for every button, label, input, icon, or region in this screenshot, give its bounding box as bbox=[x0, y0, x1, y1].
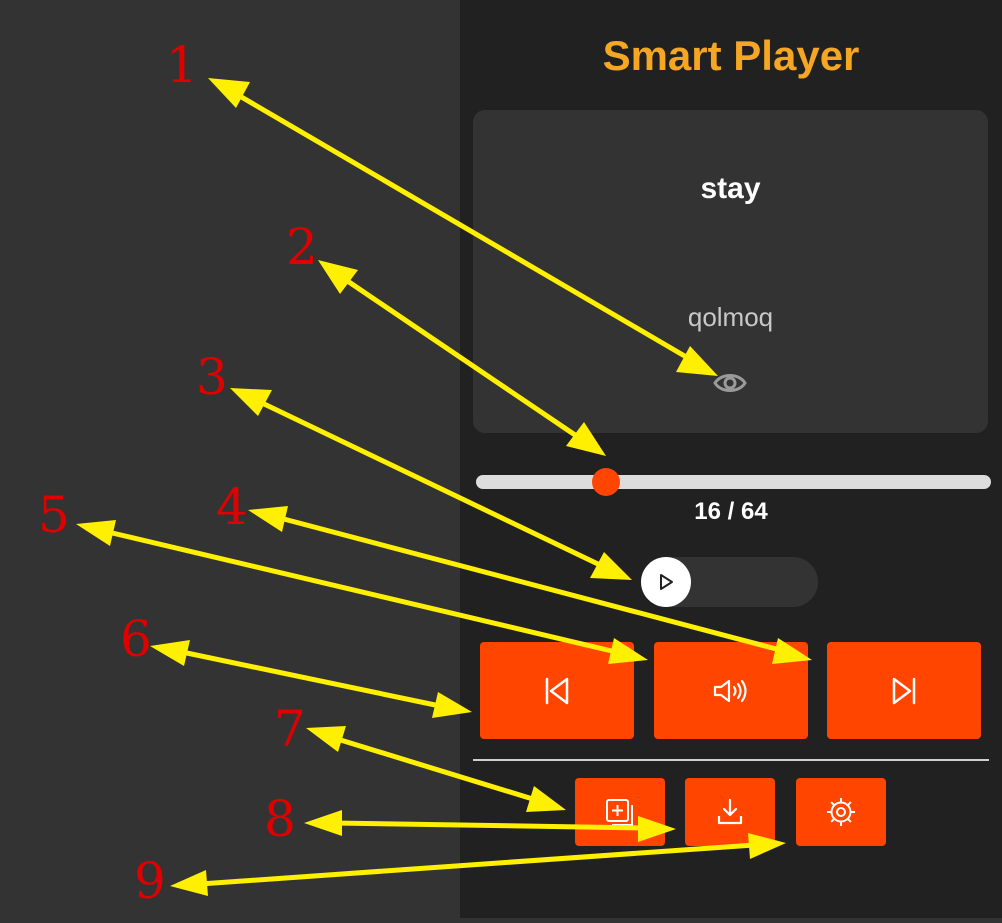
toggle-knob[interactable] bbox=[641, 557, 691, 607]
left-background bbox=[0, 0, 460, 918]
autoplay-toggle[interactable] bbox=[641, 557, 818, 607]
gear-icon bbox=[827, 798, 855, 826]
speak-button[interactable] bbox=[654, 642, 808, 739]
word-card: stay qolmoq bbox=[473, 110, 988, 433]
settings-button[interactable] bbox=[796, 778, 886, 846]
add-card-icon bbox=[606, 799, 633, 826]
add-card-button[interactable] bbox=[575, 778, 665, 846]
divider bbox=[473, 759, 989, 761]
download-icon bbox=[717, 798, 743, 825]
previous-button[interactable] bbox=[480, 642, 634, 739]
progress-slider[interactable] bbox=[476, 468, 991, 496]
next-button[interactable] bbox=[827, 642, 981, 739]
progress-counter: 16 / 64 bbox=[694, 498, 768, 525]
app-title: Smart Player bbox=[602, 32, 860, 79]
eye-icon[interactable] bbox=[712, 368, 748, 398]
download-button[interactable] bbox=[685, 778, 775, 846]
play-icon bbox=[660, 574, 673, 590]
speaker-icon bbox=[713, 679, 747, 702]
slider-thumb[interactable] bbox=[591, 468, 620, 496]
card-word: stay bbox=[700, 172, 761, 205]
skip-back-icon bbox=[545, 677, 569, 704]
skip-forward-icon bbox=[892, 677, 916, 704]
card-transliteration: qolmoq bbox=[687, 302, 774, 332]
